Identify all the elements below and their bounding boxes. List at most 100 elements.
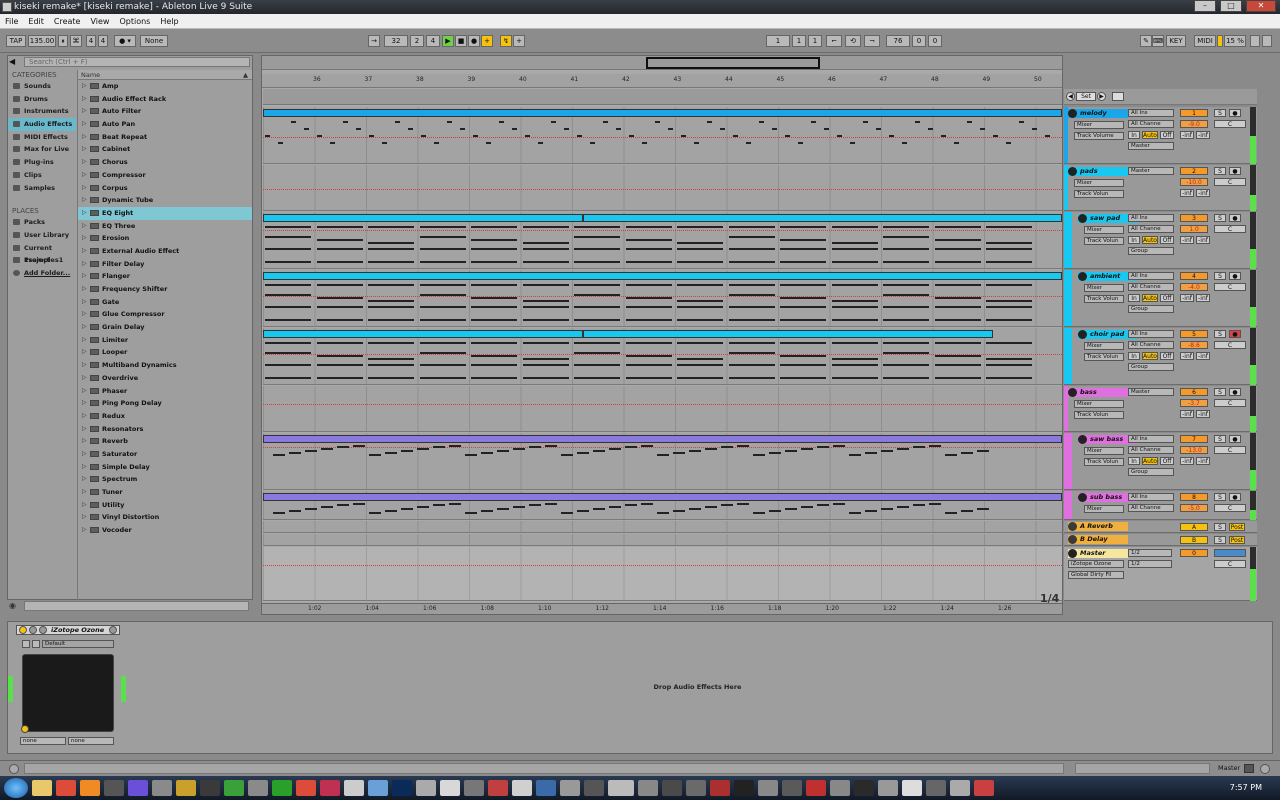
lane-ambient[interactable] xyxy=(263,270,1062,327)
browser-item[interactable]: ▷ External Audio Effect xyxy=(78,245,252,258)
device-edit-icon[interactable] xyxy=(109,626,117,634)
clip-header[interactable] xyxy=(583,214,1062,222)
monitor-auto-button[interactable]: Auto xyxy=(1142,131,1158,139)
expand-triangle-icon[interactable]: ▷ xyxy=(82,385,87,398)
monitor-auto-button[interactable]: Auto xyxy=(1142,457,1158,465)
overview-viewport[interactable] xyxy=(646,57,820,69)
app-taskbar-icon-29[interactable] xyxy=(878,780,898,796)
app-taskbar-icon-10[interactable] xyxy=(368,780,388,796)
input-channel-select[interactable]: All Channe xyxy=(1128,120,1174,128)
send-a-field[interactable]: -inf xyxy=(1180,236,1194,244)
arm-button[interactable]: ● xyxy=(1229,214,1241,222)
expand-triangle-icon[interactable]: ▷ xyxy=(82,308,87,321)
send-a-field[interactable]: -inf xyxy=(1180,131,1194,139)
info-icon[interactable] xyxy=(9,764,19,774)
app-taskbar-icon-2[interactable] xyxy=(176,780,196,796)
lane-b-delay[interactable] xyxy=(263,534,1062,546)
app-taskbar-icon-11[interactable] xyxy=(416,780,436,796)
photoshop-taskbar-icon[interactable] xyxy=(392,780,412,796)
position-sixteenth[interactable]: 4 xyxy=(426,35,440,47)
arm-button[interactable]: ● xyxy=(1229,388,1241,396)
pan-field[interactable]: C xyxy=(1214,504,1246,512)
app-taskbar-icon-14[interactable] xyxy=(488,780,508,796)
lane-saw-bass[interactable] xyxy=(263,433,1062,490)
track-header-melody[interactable]: melody Mixer Track Volume All Ins All Channe… xyxy=(1064,107,1257,164)
browser-item[interactable]: ▷ Filter Delay xyxy=(78,258,252,271)
track-name[interactable]: pads xyxy=(1068,167,1128,176)
category-plug-ins[interactable]: Plug-ins xyxy=(8,156,76,169)
add-folder-button[interactable]: Add Folder... xyxy=(8,267,76,280)
expand-triangle-icon[interactable]: ▷ xyxy=(82,435,87,448)
send-a-field[interactable]: -inf xyxy=(1180,294,1194,302)
track-header-pads[interactable]: pads Mixer Track Volun Master 2 S ● -10.0 C -inf -… xyxy=(1064,165,1257,211)
category-drums[interactable]: Drums xyxy=(8,93,76,106)
track-number-activator[interactable]: 7 xyxy=(1180,435,1208,443)
browser-item[interactable]: ▷ Dynamic Tube xyxy=(78,194,252,207)
monitor-off-button[interactable]: Off xyxy=(1160,236,1174,244)
app-taskbar-icon-28[interactable] xyxy=(854,780,874,796)
master-track-header[interactable]: Master 1/2 iZotope Ozone 1/2 Global Dirt… xyxy=(1064,547,1257,601)
app-taskbar-icon-26[interactable] xyxy=(806,780,826,796)
tempo-field[interactable]: 135.00 xyxy=(28,35,56,47)
pan-field[interactable]: C xyxy=(1214,283,1246,291)
post-button[interactable]: Post xyxy=(1229,536,1245,544)
loop-length-beat[interactable]: 0 xyxy=(912,35,926,47)
control-chooser[interactable]: Track Volun xyxy=(1084,295,1124,303)
return-name[interactable]: B Delay xyxy=(1068,535,1128,544)
volume-field[interactable]: -3.7 xyxy=(1180,399,1208,407)
app-taskbar-icon-22[interactable] xyxy=(710,780,730,796)
input-type-select[interactable]: All Ins xyxy=(1128,109,1174,117)
expand-triangle-icon[interactable]: ▷ xyxy=(82,131,87,144)
time-ruler[interactable]: 1:02 1:04 1:06 1:08 1:10 1:12 1:14 1:16 1:18 1:20… xyxy=(262,603,1062,614)
pan-field[interactable]: C xyxy=(1214,399,1246,407)
automation-arm-button[interactable]: ↯ xyxy=(500,35,512,47)
cue-in-select[interactable]: 1/2 xyxy=(1128,549,1172,557)
expand-triangle-icon[interactable]: ▷ xyxy=(82,143,87,156)
app-taskbar-icon-23[interactable] xyxy=(734,780,754,796)
solo-button[interactable]: S xyxy=(1214,167,1226,175)
input-type-select[interactable]: Master xyxy=(1128,388,1174,396)
track-number-activator[interactable]: 6 xyxy=(1180,388,1208,396)
send-a-field[interactable]: -inf xyxy=(1180,352,1194,360)
volume-field[interactable]: -13.0 xyxy=(1180,446,1208,454)
send-b-field[interactable]: -inf xyxy=(1196,294,1210,302)
send-b-field[interactable]: -inf xyxy=(1196,352,1210,360)
send-a-field[interactable]: -inf xyxy=(1180,457,1194,465)
device-right-select[interactable]: none xyxy=(68,737,114,745)
fold-icon[interactable] xyxy=(1078,272,1087,281)
solo-button[interactable]: S xyxy=(1214,536,1226,544)
solo-button[interactable]: S xyxy=(1214,272,1226,280)
chrome-taskbar-icon[interactable] xyxy=(56,780,76,796)
position-beat[interactable]: 2 xyxy=(410,35,424,47)
view-toggle-icon[interactable] xyxy=(1244,764,1254,773)
send-a-field[interactable]: -inf xyxy=(1180,410,1194,418)
clip-header[interactable] xyxy=(263,214,583,222)
record-button[interactable]: ● xyxy=(468,35,480,47)
output-select[interactable]: Group xyxy=(1128,363,1174,371)
prev-locator-icon[interactable]: ◀ xyxy=(1066,92,1075,101)
viber-taskbar-icon[interactable] xyxy=(128,780,148,796)
expand-triangle-icon[interactable]: ▷ xyxy=(82,397,87,410)
beat-time-ruler[interactable]: 36 37 38 39 40 41 42 43 44 45 46 47 48 49 50 xyxy=(262,74,1062,88)
solo-button[interactable]: S xyxy=(1214,214,1226,222)
arm-button[interactable]: ● xyxy=(1229,435,1241,443)
menu-help[interactable]: Help xyxy=(155,14,183,28)
solo-button[interactable]: S xyxy=(1214,388,1226,396)
track-header-saw-pad[interactable]: saw pad Mixer Track Volun All Ins All Channe… xyxy=(1064,212,1257,269)
browser-item[interactable]: ▷ Flanger xyxy=(78,270,252,283)
track-name[interactable]: bass xyxy=(1068,388,1128,397)
expand-triangle-icon[interactable]: ▷ xyxy=(82,93,87,106)
control-chooser[interactable]: Track Volun xyxy=(1084,458,1124,466)
app-taskbar-icon-24[interactable] xyxy=(758,780,778,796)
expand-triangle-icon[interactable]: ▷ xyxy=(82,283,87,296)
app-taskbar-icon-12[interactable] xyxy=(440,780,460,796)
monitor-in-button[interactable]: In xyxy=(1128,352,1140,360)
device-chooser[interactable]: Mixer xyxy=(1084,447,1124,455)
app-taskbar-icon-15[interactable] xyxy=(512,780,532,796)
place-1samples1[interactable]: 1samples1 xyxy=(8,254,76,267)
app-taskbar-icon-6[interactable] xyxy=(272,780,292,796)
control-chooser[interactable]: Track Volun xyxy=(1074,190,1124,198)
track-header-choir-pad[interactable]: choir pad Mixer Track Volun All Ins All Chan… xyxy=(1064,328,1257,385)
arm-button[interactable]: ● xyxy=(1229,109,1241,117)
app-taskbar-icon-19[interactable] xyxy=(638,780,658,796)
